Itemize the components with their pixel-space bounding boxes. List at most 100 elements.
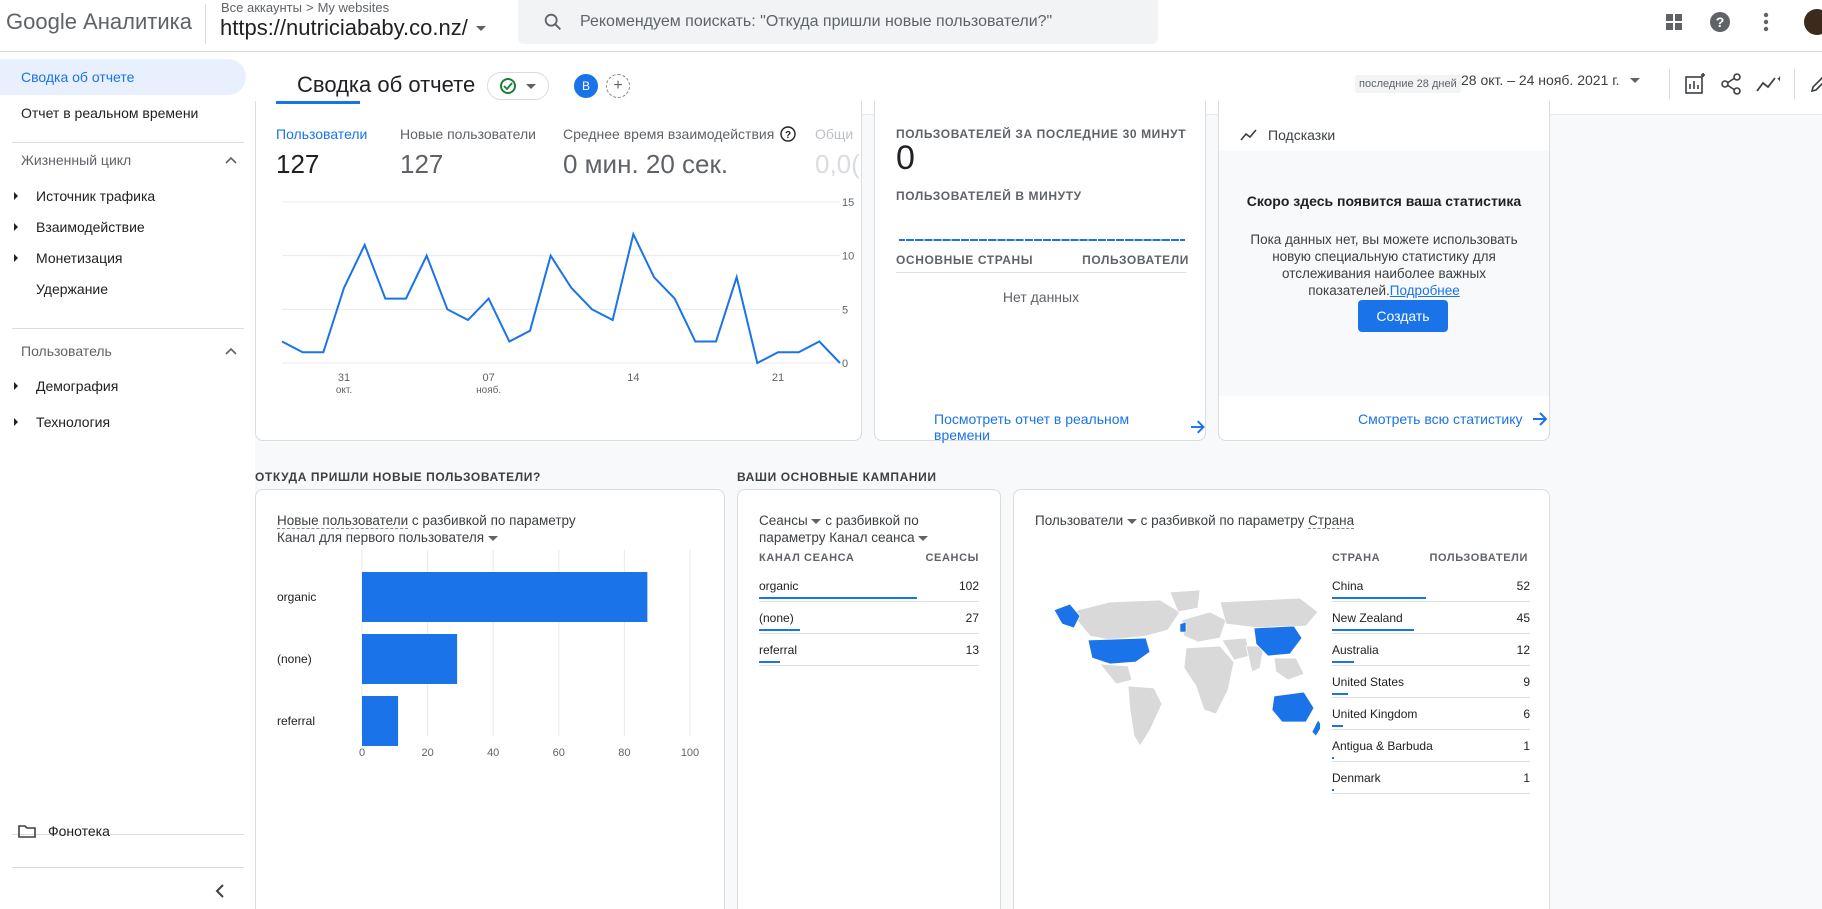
edit-icon[interactable] <box>1809 74 1822 94</box>
campaigns-mid: с разбивкой по <box>825 513 919 528</box>
more-vert-icon[interactable] <box>1754 10 1778 34</box>
table-row[interactable]: United States 9 <box>1332 666 1530 698</box>
svg-text:✦: ✦ <box>1776 74 1780 84</box>
row-bar <box>1332 789 1334 791</box>
row-value: 13 <box>965 643 979 657</box>
view-realtime-link[interactable]: Посмотреть отчет в реальном времени <box>934 411 1205 443</box>
section-title-campaigns: ВАШИ ОСНОВНЫЕ КАМПАНИИ <box>737 470 937 484</box>
new-users-bar-chart[interactable]: 0 20 40 60 80 100 organic (none) referral <box>256 490 726 909</box>
row-bar <box>759 597 917 599</box>
collapse-sidebar-icon[interactable] <box>215 884 225 898</box>
campaigns-dimension-selector[interactable]: Канал сеанса <box>829 530 929 545</box>
avatar[interactable] <box>1804 9 1822 35</box>
nav-group-lifecycle[interactable]: Жизненный цикл <box>21 152 237 168</box>
bar[interactable] <box>362 634 458 684</box>
row-label: China <box>1332 579 1364 593</box>
world-map[interactable] <box>1050 590 1320 750</box>
search-icon <box>544 13 561 30</box>
nav-item-traffic[interactable]: Источник трафика <box>14 188 155 204</box>
customize-report-icon[interactable] <box>1684 73 1706 95</box>
breadcrumb-accounts[interactable]: Все аккаунты <box>221 0 302 15</box>
nav-item-engagement[interactable]: Взаимодействие <box>14 219 145 235</box>
comparison-badge[interactable]: B <box>574 74 598 98</box>
nav-group-label: Пользователь <box>21 343 112 359</box>
row-bar <box>1332 629 1414 631</box>
nav-item-retention[interactable]: Удержание <box>36 281 108 297</box>
date-range-picker[interactable]: 28 окт. – 24 нояб. 2021 г. <box>1461 72 1640 88</box>
divider <box>896 272 1186 273</box>
map-usa <box>1087 637 1151 665</box>
realtime-col-country: ОСНОВНЫЕ СТРАНЫ <box>896 253 1034 267</box>
x-tick-label: окт. <box>336 385 352 396</box>
nav-item-monetization[interactable]: Монетизация <box>14 250 123 266</box>
row-bar <box>1332 597 1426 599</box>
sidebar: Сводка об отчете Отчет в реальном времен… <box>0 52 255 909</box>
property-selector[interactable]: https://nutriciababy.co.nz/ <box>220 15 486 41</box>
row-value: 27 <box>965 611 979 625</box>
section-title-new-users: ОТКУДА ПРИШЛИ НОВЫЕ ПОЛЬЗОВАТЕЛИ? <box>255 470 541 484</box>
x-tick-label: 40 <box>487 747 499 759</box>
countries-metric-selector[interactable]: Пользователи <box>1035 513 1137 528</box>
expand-icon <box>14 192 18 200</box>
top-actions: ? <box>1662 0 1822 44</box>
insights-icon <box>1240 129 1257 141</box>
insights-more-link[interactable]: Подробнее <box>1390 283 1460 298</box>
nav-item-label: Источник трафика <box>36 188 156 204</box>
campaigns-title: Сеансы с разбивкой по параметру Канал се… <box>759 512 989 546</box>
countries-mid: с разбивкой по параметру <box>1140 513 1305 528</box>
table-row[interactable]: United Kingdom 6 <box>1332 698 1530 730</box>
table-row[interactable]: China 52 <box>1332 570 1530 602</box>
countries-dimension[interactable]: Страна <box>1308 513 1355 529</box>
nav-library[interactable]: Фонотека <box>18 823 110 839</box>
search-bar[interactable]: Рекомендуем поискать: "Откуда пришли нов… <box>518 0 1158 44</box>
view-all-insights-link[interactable]: Смотреть всю статистику <box>1358 411 1548 427</box>
table-row[interactable]: referral 13 <box>759 634 979 666</box>
table-row[interactable]: Antigua & Barbuda 1 <box>1332 730 1530 762</box>
insights-icon[interactable]: ✦ <box>1756 73 1780 95</box>
no-data-text: Нет данных <box>1002 289 1080 305</box>
realtime-30min-label: ПОЛЬЗОВАТЕЛЕЙ ЗА ПОСЛЕДНИЕ 30 МИНУТ <box>896 127 1187 141</box>
series-line[interactable] <box>281 231 841 365</box>
apps-grid-icon[interactable] <box>1662 10 1686 34</box>
realtime-per-minute-label: ПОЛЬЗОВАТЕЛЕЙ В МИНУТУ <box>896 189 1082 203</box>
bar[interactable] <box>362 696 399 746</box>
divider <box>759 665 979 666</box>
status-selector[interactable] <box>487 72 549 100</box>
breadcrumb[interactable]: Все аккаунты > My websites <box>221 0 389 15</box>
map-new-zealand <box>1311 719 1320 737</box>
divider <box>12 867 244 868</box>
table-row[interactable]: Denmark 1 <box>1332 762 1530 794</box>
nav-item-demographics[interactable]: Демография <box>14 378 118 394</box>
table-row[interactable]: New Zealand 45 <box>1332 602 1530 634</box>
breadcrumb-separator: > <box>305 0 314 15</box>
x-tick-label: 0 <box>359 747 365 759</box>
nav-group-user[interactable]: Пользователь <box>21 343 237 359</box>
table-row[interactable]: (none) 27 <box>759 602 979 634</box>
share-icon[interactable] <box>1720 73 1742 95</box>
map-alaska <box>1053 603 1081 629</box>
y-tick-label: 10 <box>842 251 854 263</box>
help-icon[interactable]: ? <box>1708 10 1732 34</box>
table-row[interactable]: Australia 12 <box>1332 634 1530 666</box>
breadcrumb-site[interactable]: My websites <box>318 0 390 15</box>
app-logo[interactable]: Google Аналитика <box>6 9 192 35</box>
bar[interactable] <box>362 572 648 622</box>
row-bar <box>1332 693 1348 695</box>
x-tick-label: 07 <box>483 372 495 384</box>
add-comparison-button[interactable]: + <box>606 74 630 98</box>
users-line-chart[interactable]: 0 5 10 15 31окт. 07нояб. 14 21 <box>256 101 863 441</box>
row-label: (none) <box>759 611 794 625</box>
table-row[interactable]: organic 102 <box>759 570 979 602</box>
nav-item-tech[interactable]: Технология <box>14 414 110 430</box>
nav-realtime[interactable]: Отчет в реальном времени <box>0 95 198 131</box>
chevron-up-icon <box>225 347 237 355</box>
create-insight-button[interactable]: Создать <box>1358 300 1448 332</box>
x-tick-label: 80 <box>618 747 630 759</box>
insights-heading: Скоро здесь появится ваша статистика <box>1246 193 1522 209</box>
row-value: 6 <box>1523 707 1530 721</box>
view-realtime-link-label: Посмотреть отчет в реальном времени <box>934 411 1130 443</box>
nav-item-label: Удержание <box>36 281 109 297</box>
nav-summary[interactable]: Сводка об отчете <box>0 59 246 95</box>
campaigns-metric-selector[interactable]: Сеансы <box>759 513 822 528</box>
